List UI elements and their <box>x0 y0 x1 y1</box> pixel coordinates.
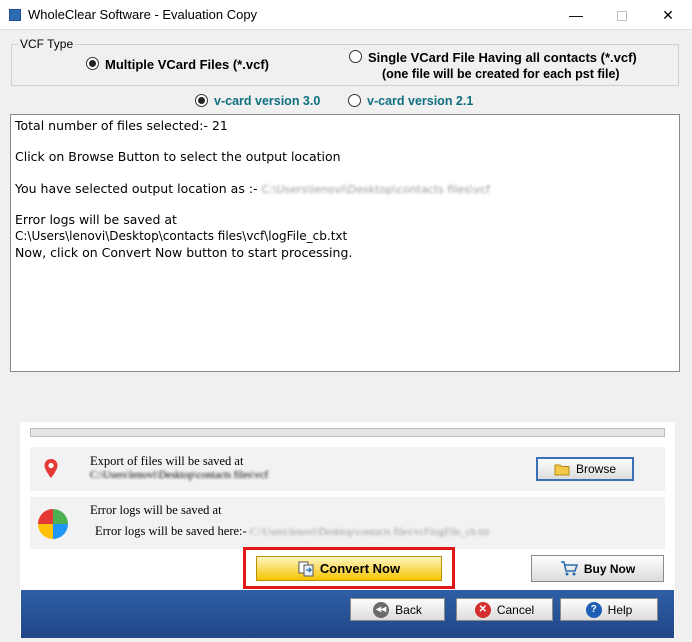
app-icon <box>9 9 21 21</box>
folder-icon <box>554 464 570 475</box>
cart-icon <box>560 561 578 576</box>
minimize-icon: — <box>569 7 583 23</box>
cancel-button[interactable]: ✕ Cancel <box>456 598 553 621</box>
browse-label: Browse <box>575 462 616 476</box>
log-browse-hint: Click on Browse Button to select the out… <box>15 149 341 164</box>
back-button[interactable]: ◂◂ Back <box>350 598 445 621</box>
label-single-vcard[interactable]: Single VCard File Having all contacts (*… <box>368 50 637 65</box>
log-textarea[interactable]: Total number of files selected:- 21 Clic… <box>10 114 680 372</box>
label-vcard-v3[interactable]: v-card version 3.0 <box>214 94 320 108</box>
maximize-icon <box>617 11 627 22</box>
log-convert-hint: Now, click on Convert Now button to star… <box>15 245 353 260</box>
error-path-line: Error logs will be saved here:- C:\Users… <box>95 524 490 539</box>
help-label: Help <box>607 602 633 617</box>
window-title: WholeClear Software - Evaluation Copy <box>28 7 258 22</box>
radio-single-vcard[interactable] <box>349 50 362 63</box>
log-selected-location: You have selected output location as :- … <box>15 181 490 196</box>
convert-icon <box>298 561 314 576</box>
log-error-header: Error logs will be saved at <box>15 212 177 227</box>
label-vcard-v21[interactable]: v-card version 2.1 <box>367 94 473 108</box>
back-arrow-icon: ◂◂ <box>373 601 390 618</box>
progress-bar <box>30 428 665 437</box>
pie-chart-icon <box>38 509 68 539</box>
label-multiple-vcard[interactable]: Multiple VCard Files (*.vcf) <box>105 57 269 72</box>
export-path: C:\Users\lenovi\Desktop\contacts files\v… <box>90 470 269 481</box>
radio-vcard-v21[interactable] <box>348 94 361 107</box>
title-bar: WholeClear Software - Evaluation Copy — … <box>0 0 692 30</box>
close-icon: ✕ <box>662 7 674 23</box>
browse-button[interactable]: Browse <box>536 457 634 481</box>
vcf-type-legend: VCF Type <box>18 37 76 51</box>
log-error-path: C:\Users\lenovi\Desktop\contacts files\v… <box>15 229 348 243</box>
log-total-files: Total number of files selected:- 21 <box>15 118 228 133</box>
back-label: Back <box>395 602 422 617</box>
help-question-icon: ? <box>585 601 602 618</box>
radio-vcard-v3[interactable] <box>195 94 208 107</box>
cancel-x-icon: ✕ <box>474 601 491 618</box>
convert-now-label: Convert Now <box>319 561 401 576</box>
error-prefix: Error logs will be saved here:- <box>95 524 247 538</box>
help-button[interactable]: ? Help <box>560 598 658 621</box>
buy-now-button[interactable]: Buy Now <box>531 555 664 582</box>
error-heading: Error logs will be saved at <box>90 503 222 517</box>
convert-now-button[interactable]: Convert Now <box>256 556 442 581</box>
log-selected-prefix: You have selected output location as :- <box>15 181 258 196</box>
export-heading: Export of files will be saved at <box>90 454 244 468</box>
radio-multiple-vcard[interactable] <box>86 57 99 70</box>
cancel-label: Cancel <box>496 602 535 617</box>
error-path: C:\Users\lenovi\Desktop\contacts files\v… <box>249 527 490 538</box>
minimize-button[interactable]: — <box>553 0 599 30</box>
buy-now-label: Buy Now <box>583 561 636 576</box>
close-button[interactable]: ✕ <box>645 0 691 30</box>
maximize-button[interactable] <box>599 0 645 30</box>
label-single-vcard-note: (one file will be created for each pst f… <box>382 67 620 81</box>
location-pin-icon <box>44 459 58 478</box>
log-selected-path: C:\Users\lenovi\Desktop\contacts files\v… <box>261 183 491 196</box>
